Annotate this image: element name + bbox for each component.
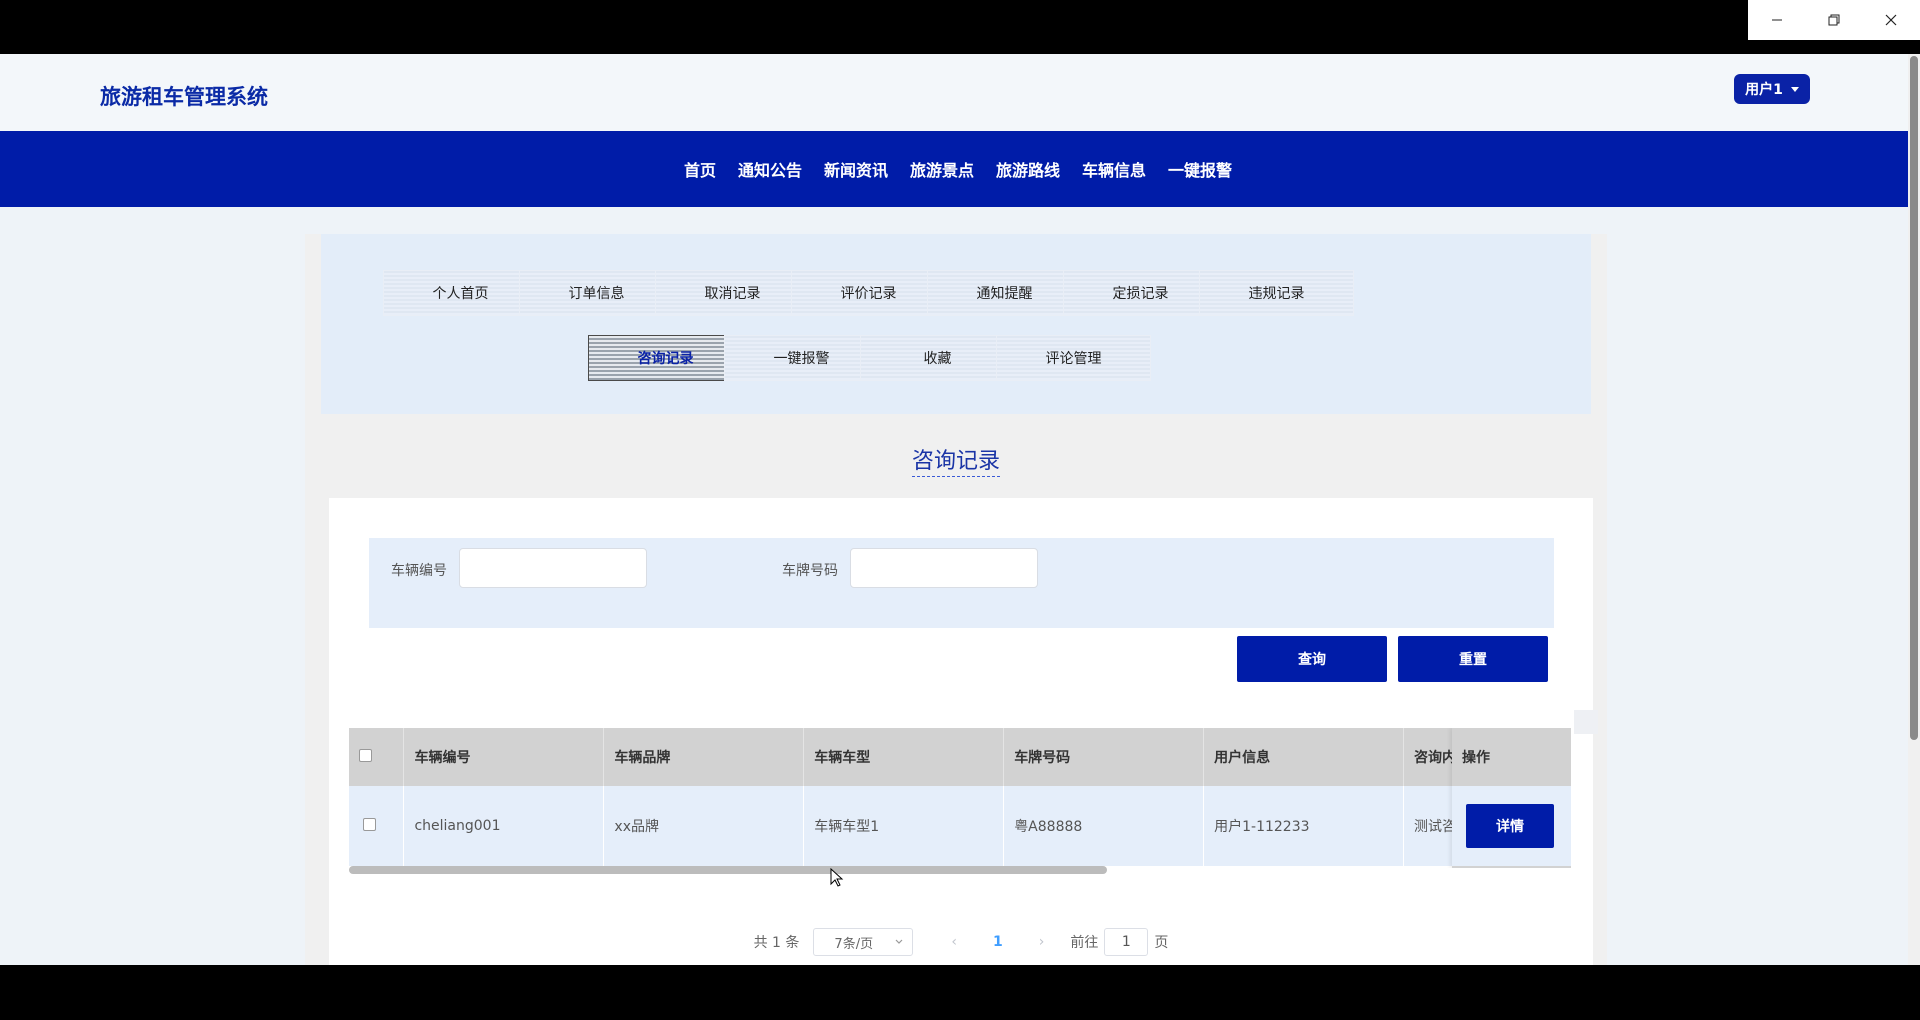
site-logo[interactable]: 旅游租车管理系统 [100,81,268,111]
nav-item-attractions[interactable]: 旅游景点 [910,157,974,181]
query-button[interactable]: 查询 [1237,636,1387,682]
tab-notifications[interactable]: 通知提醒 [927,270,1082,316]
mouse-cursor-icon [830,868,844,887]
records-panel: 车辆编号 车牌号码 查询 重置 车辆编号 车辆品牌 车辆车型 车牌号码 用户信息… [329,498,1598,965]
col-vehicle-no[interactable]: 车辆编号 [403,728,605,786]
select-all-checkbox[interactable] [359,748,372,762]
user-center-tabs: 个人首页 订单信息 取消记录 评价记录 通知提醒 定损记录 违规记录 咨询记录 … [321,234,1591,414]
user-menu-button[interactable]: 用户1 [1734,74,1810,104]
nav-item-notices[interactable]: 通知公告 [738,157,802,181]
goto-suffix: 页 [1154,935,1169,951]
col-user-info[interactable]: 用户信息 [1203,728,1405,786]
nav-item-routes[interactable]: 旅游路线 [996,157,1060,181]
table-row: cheliang001 xx品牌 车辆车型1 粤A88888 用户1-11223… [349,786,1549,866]
cell-user-info: 用户1-112233 [1203,786,1405,866]
records-table: 车辆编号 车辆品牌 车辆车型 车牌号码 用户信息 咨询内 cheliang001… [349,728,1571,868]
tab-consultations[interactable]: 咨询记录 [588,335,743,381]
detail-button[interactable]: 详情 [1466,804,1554,848]
main-nav-items: 首页 通知公告 新闻资讯 旅游景点 旅游路线 车辆信息 一键报警 [628,131,1288,207]
tab-alarm[interactable]: 一键报警 [724,335,879,381]
minimize-icon[interactable] [1748,0,1805,40]
col-operation: 操作 [1452,728,1571,786]
table-corner [1574,710,1598,734]
col-model[interactable]: 车辆车型 [803,728,1005,786]
plate-label: 车牌号码 [782,563,838,579]
caret-down-icon [1790,86,1799,92]
reset-button[interactable]: 重置 [1398,636,1548,682]
select-all-cell [349,728,405,786]
tab-comments[interactable]: 评论管理 [996,335,1151,381]
chevron-down-icon [895,939,903,944]
tab-personal-home[interactable]: 个人首页 [383,270,538,316]
restore-icon[interactable] [1805,0,1862,40]
nav-item-vehicles[interactable]: 车辆信息 [1082,157,1146,181]
app-window: 旅游租车管理系统 用户1 首页 通知公告 新闻资讯 旅游景点 旅游路线 车辆信息… [0,0,1920,1020]
tab-favorites[interactable]: 收藏 [860,335,1015,381]
table-horizontal-scrollbar[interactable] [349,866,1107,874]
cell-vehicle-no: cheliang001 [403,786,605,866]
records-table-grid: 车辆编号 车辆品牌 车辆车型 车牌号码 用户信息 咨询内 cheliang001… [349,728,1549,866]
search-form: 车辆编号 车牌号码 [369,538,1554,628]
page-size-value: 7条/页 [834,936,874,952]
goto-page: 前往 1 页 [1070,928,1168,956]
user-menu-label: 用户1 [1745,82,1783,98]
content-area: 个人首页 订单信息 取消记录 评价记录 通知提醒 定损记录 违规记录 咨询记录 … [305,234,1607,965]
row-op-cell: 详情 [1452,786,1571,866]
col-brand[interactable]: 车辆品牌 [603,728,805,786]
plate-input[interactable] [850,548,1038,588]
vehicle-no-input[interactable] [459,548,647,588]
prev-page-icon[interactable]: ‹ [951,934,957,950]
nav-item-alarm[interactable]: 一键报警 [1168,157,1232,181]
tab-violations[interactable]: 违规记录 [1199,270,1354,316]
goto-page-input[interactable]: 1 [1104,928,1149,956]
next-page-icon[interactable]: › [1039,934,1045,950]
close-icon[interactable] [1862,0,1919,40]
title-bar [0,0,1920,54]
row-select-cell [349,786,405,866]
nav-item-home[interactable]: 首页 [684,157,716,181]
tab-orders[interactable]: 订单信息 [519,270,674,316]
window-controls [1748,0,1920,40]
page-scroll-thumb[interactable] [1910,56,1918,740]
page-vertical-scrollbar[interactable] [1908,54,1920,965]
pagination: 共 1 条 7条/页 ‹ 1 › 前往 1 页 [329,928,1593,956]
tab-reviews[interactable]: 评价记录 [791,270,946,316]
pagination-total: 共 1 条 [753,935,800,951]
fixed-op-column: 操作 详情 [1452,728,1571,868]
page-size-select[interactable]: 7条/页 [813,928,914,956]
page-title: 咨询记录 [305,443,1607,477]
nav-item-news[interactable]: 新闻资讯 [824,157,888,181]
cell-brand: xx品牌 [603,786,805,866]
cell-model: 车辆车型1 [803,786,1005,866]
tab-damage-records[interactable]: 定损记录 [1063,270,1218,316]
vehicle-no-label: 车辆编号 [391,563,447,579]
site-header: 旅游租车管理系统 用户1 [0,54,1908,131]
main-nav: 首页 通知公告 新闻资讯 旅游景点 旅游路线 车辆信息 一键报警 [0,131,1908,207]
table-header-row: 车辆编号 车辆品牌 车辆车型 车牌号码 用户信息 咨询内 [349,728,1549,786]
tab-cancellations[interactable]: 取消记录 [655,270,810,316]
cell-plate: 粤A88888 [1003,786,1205,866]
row-checkbox[interactable] [363,817,376,831]
page-viewport: 旅游租车管理系统 用户1 首页 通知公告 新闻资讯 旅游景点 旅游路线 车辆信息… [0,54,1920,965]
page-title-text: 咨询记录 [911,449,1000,477]
col-plate[interactable]: 车牌号码 [1003,728,1205,786]
goto-prefix: 前往 [1070,935,1099,951]
page-number-current[interactable]: 1 [993,934,1003,950]
